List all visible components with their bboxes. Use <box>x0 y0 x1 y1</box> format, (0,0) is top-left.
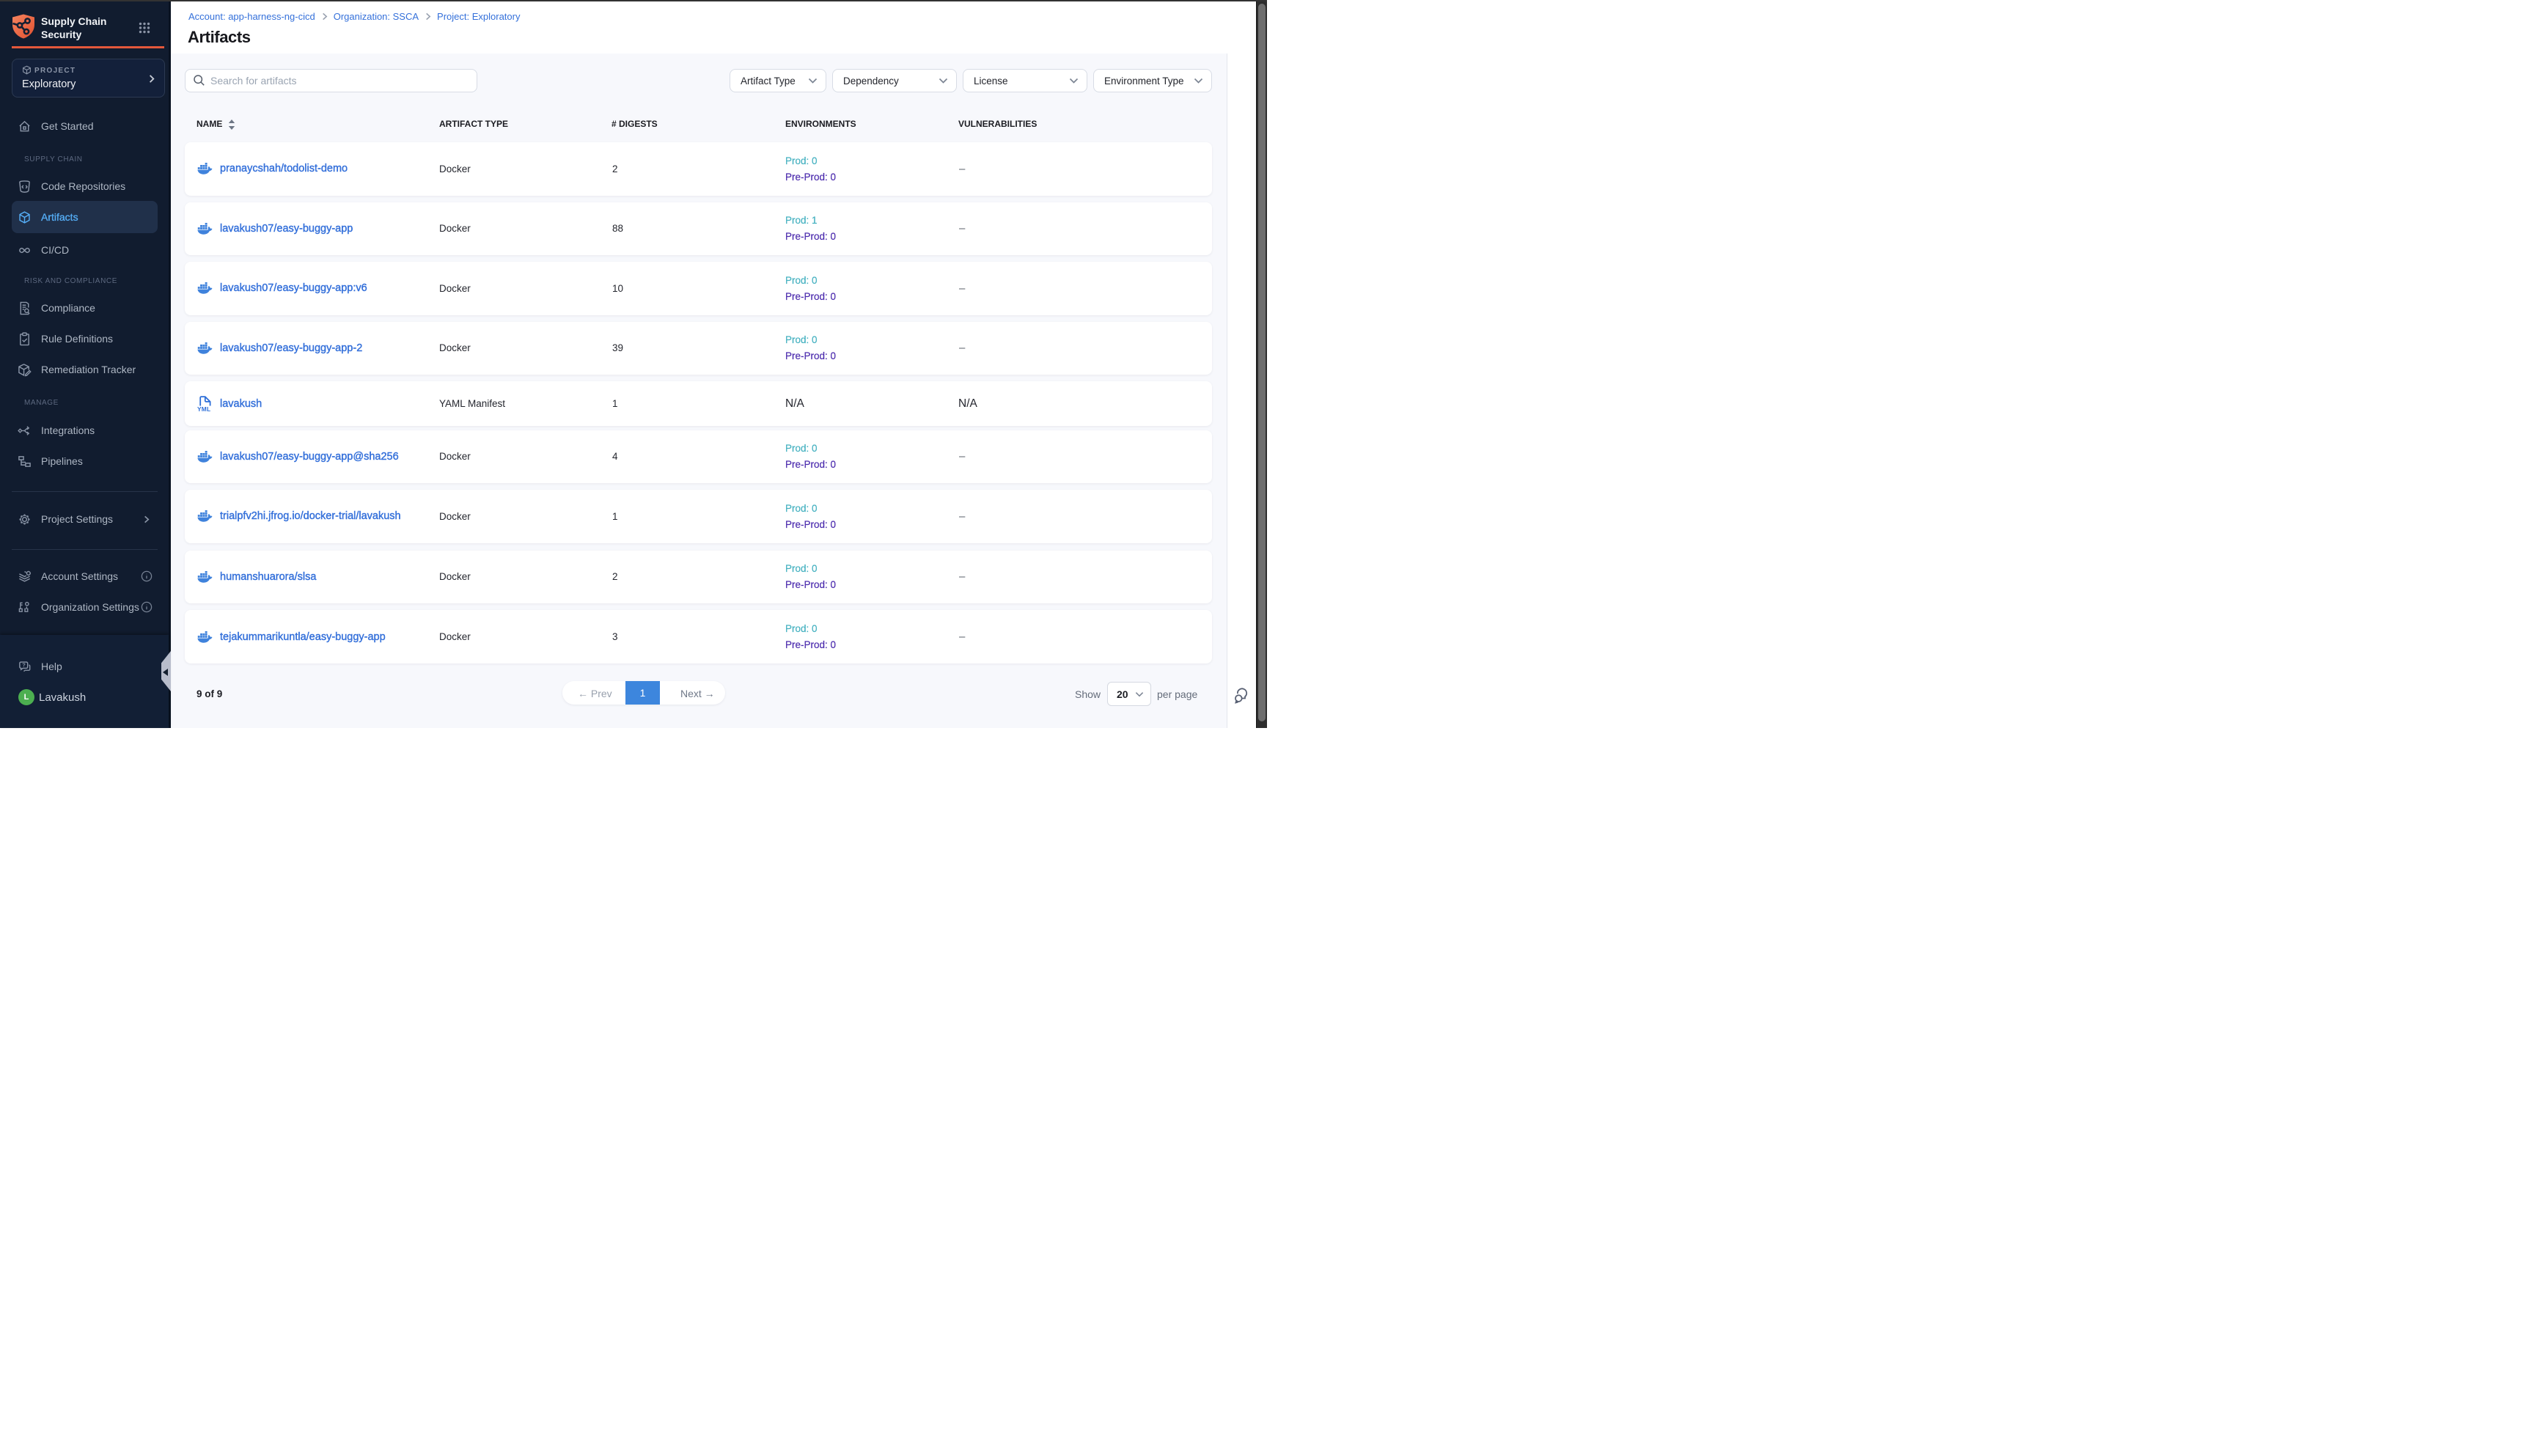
svg-text:YML: YML <box>197 405 210 412</box>
svg-text:?: ? <box>22 661 26 668</box>
